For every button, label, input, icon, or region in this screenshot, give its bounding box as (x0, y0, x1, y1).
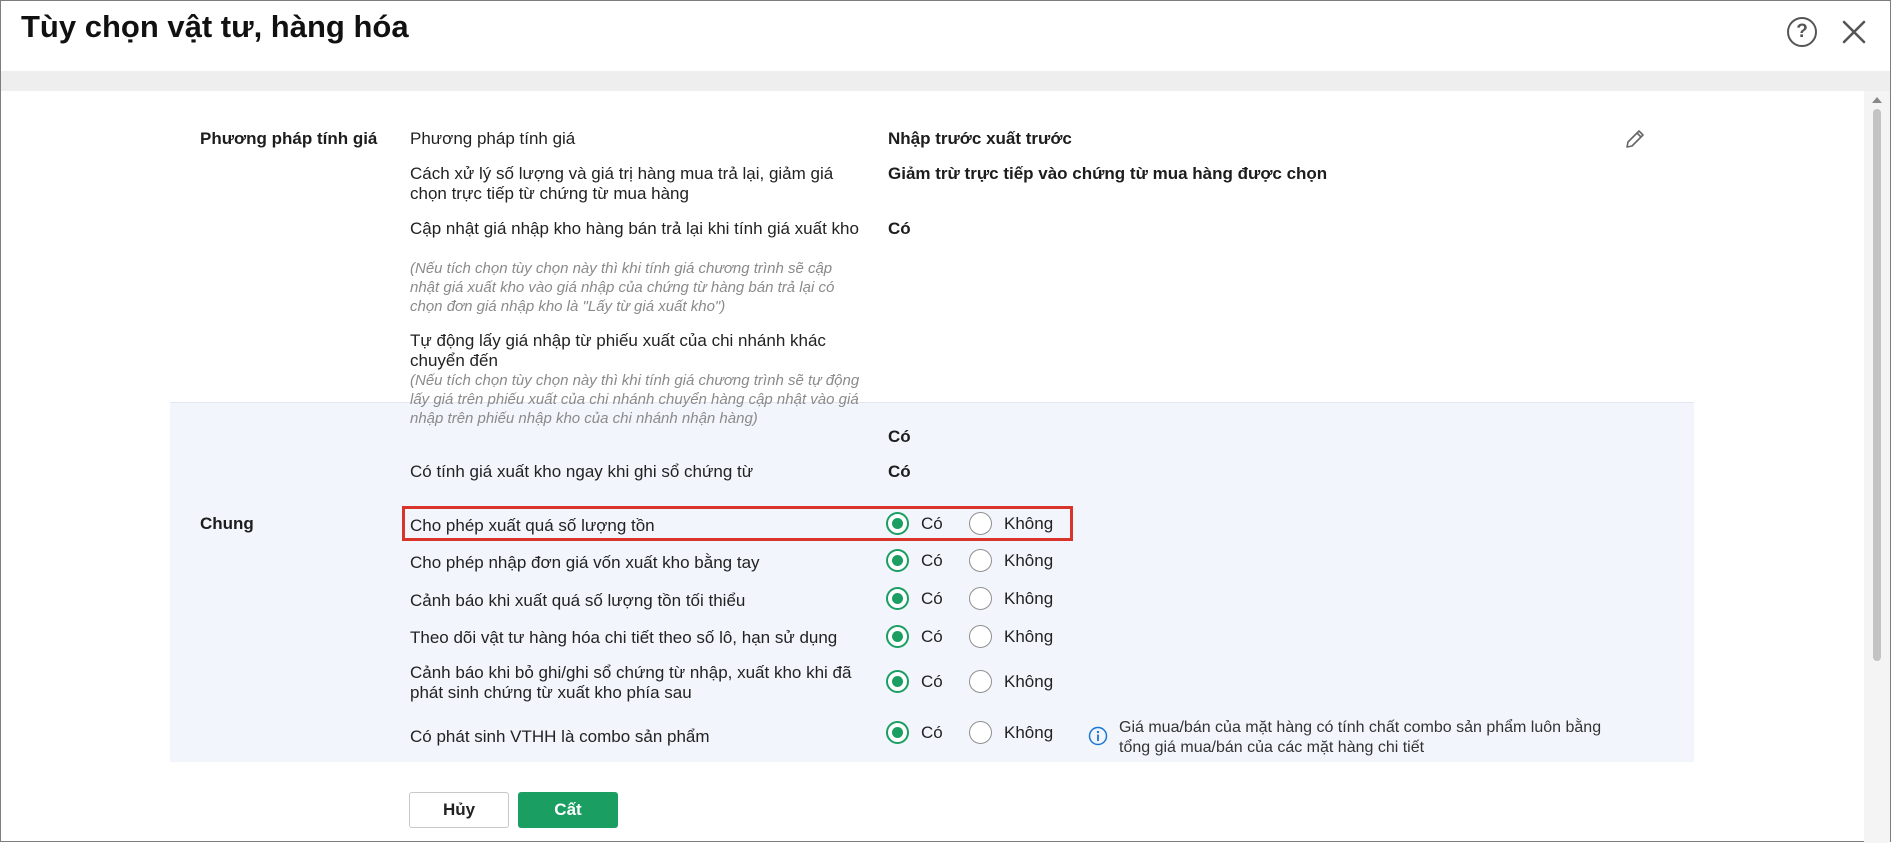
save-button[interactable]: Cất (518, 792, 618, 828)
pricing-row-label: Phương pháp tính giá (410, 129, 576, 148)
general-row-label: Theo dõi vật tư hàng hóa chi tiết theo s… (410, 628, 838, 647)
radio-circle (886, 721, 909, 744)
radio-no[interactable]: Không (969, 625, 1053, 648)
info-icon (1088, 726, 1108, 746)
radio-circle (886, 625, 909, 648)
dialog-title: Tùy chọn vật tư, hàng hóa (21, 9, 409, 44)
edit-icon[interactable] (1623, 127, 1647, 151)
scroll-thumb[interactable] (1873, 109, 1881, 661)
combo-info-text: Giá mua/bán của mặt hàng có tính chất co… (1119, 719, 1602, 756)
radio-yes[interactable]: Có (886, 721, 943, 744)
radio-no[interactable]: Không (969, 549, 1053, 572)
close-icon[interactable] (1837, 15, 1871, 49)
dialog-header: Tùy chọn vật tư, hàng hóa ? (1, 1, 1890, 71)
radio-circle (969, 670, 992, 693)
general-section-background (170, 402, 1694, 762)
general-row-label: Cảnh báo khi xuất quá số lượng tồn tối t… (410, 591, 746, 610)
radio-circle (969, 625, 992, 648)
general-section-label: Chung (200, 514, 254, 533)
radio-yes[interactable]: Có (886, 625, 943, 648)
pricing-return-value: Giảm trừ trực tiếp vào chứng từ mua hàng… (888, 164, 1328, 183)
general-row-label: Cho phép nhập đơn giá vốn xuất kho bằng … (410, 553, 760, 572)
pricing-row-label: Tự động lấy giá nhập từ phiếu xuất của c… (410, 331, 826, 370)
cancel-button[interactable]: Hủy (409, 792, 509, 828)
radio-circle (886, 512, 909, 535)
pricing-row-label: Cập nhật giá nhập kho hàng bán trả lại k… (410, 219, 859, 238)
scroll-up-icon[interactable] (1872, 97, 1882, 103)
pricing-immediate-value: Có (888, 462, 911, 481)
pricing-row-label: Có tính giá xuất kho ngay khi ghi sổ chứ… (410, 462, 754, 481)
radio-no[interactable]: Không (969, 721, 1053, 744)
radio-yes[interactable]: Có (886, 670, 943, 693)
general-row-label: Cảnh báo khi bỏ ghi/ghi sổ chứng từ nhập… (410, 663, 852, 702)
radio-circle (969, 512, 992, 535)
radio-no[interactable]: Không (969, 512, 1053, 535)
pricing-section-label: Phương pháp tính giá (200, 129, 378, 148)
radio-circle (886, 587, 909, 610)
pricing-update-value: Có (888, 219, 911, 238)
radio-circle (969, 549, 992, 572)
header-separator (1, 71, 1890, 91)
radio-no[interactable]: Không (969, 587, 1053, 610)
radio-circle (969, 721, 992, 744)
pricing-row-label: Cách xử lý số lượng và giá trị hàng mua … (410, 164, 834, 203)
pricing-auto-value: Có (888, 427, 911, 446)
radio-circle (969, 587, 992, 610)
help-icon[interactable]: ? (1787, 17, 1817, 47)
pricing-row-note: (Nếu tích chọn tùy chọn này thì khi tính… (410, 260, 835, 315)
radio-circle (886, 670, 909, 693)
radio-yes[interactable]: Có (886, 549, 943, 572)
radio-no[interactable]: Không (969, 670, 1053, 693)
radio-yes[interactable]: Có (886, 512, 943, 535)
pricing-method-value: Nhập trước xuất trước (888, 129, 1072, 148)
general-row-label: Có phát sinh VTHH là combo sản phẩm (410, 727, 710, 746)
radio-circle (886, 549, 909, 572)
vertical-scrollbar[interactable] (1864, 91, 1890, 843)
pricing-row-note: (Nếu tích chọn tùy chọn này thì khi tính… (410, 372, 860, 427)
general-row-label: Cho phép xuất quá số lượng tồn (410, 516, 655, 535)
radio-yes[interactable]: Có (886, 587, 943, 610)
